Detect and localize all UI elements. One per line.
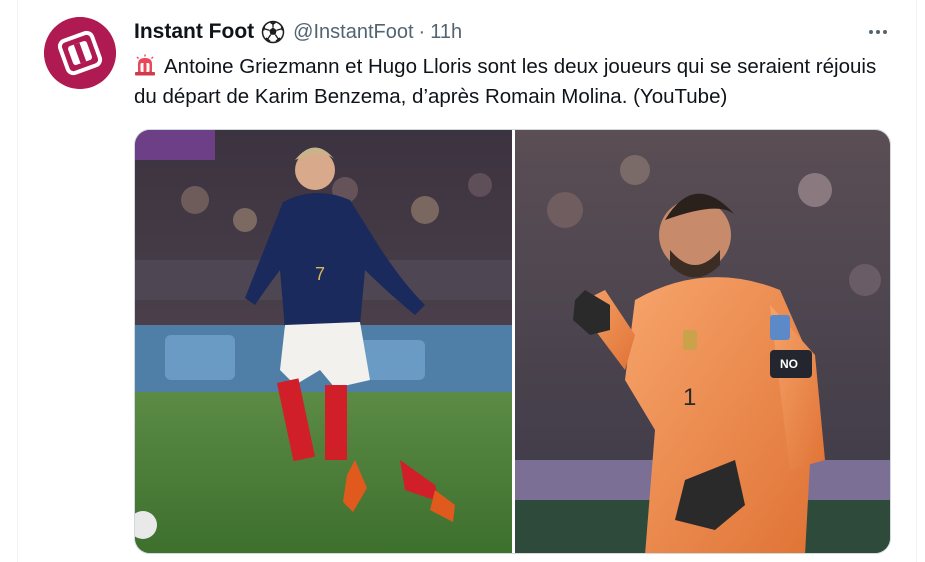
griezmann-photo[interactable]: 7 [135,130,512,553]
instant-foot-logo [44,17,116,89]
rotating-light-icon [134,54,156,76]
svg-text:1: 1 [683,384,696,411]
soccer-ball-icon [261,20,285,44]
tweet-text-content: Antoine Griezmann et Hugo Lloris sont le… [134,55,877,108]
header-separator: · [418,20,426,43]
svg-text:7: 7 [315,264,325,284]
tweet-header: Instant Foot @InstantFoot · 11h [134,16,462,48]
lloris-photo[interactable]: NO 1 [515,130,890,553]
svg-text:NO: NO [780,357,798,371]
tweet-media: 7 NO 1 [134,129,891,554]
author-handle[interactable]: @InstantFoot [293,21,413,44]
avatar[interactable] [44,17,116,89]
more-options-icon[interactable] [864,20,892,44]
tweet-text: Antoine Griezmann et Hugo Lloris sont le… [134,52,894,112]
author-name[interactable]: Instant Foot [134,20,254,44]
timeline-left-border [17,0,18,562]
timeline-right-border [916,0,917,562]
tweet-timestamp[interactable]: 11h [430,21,462,44]
